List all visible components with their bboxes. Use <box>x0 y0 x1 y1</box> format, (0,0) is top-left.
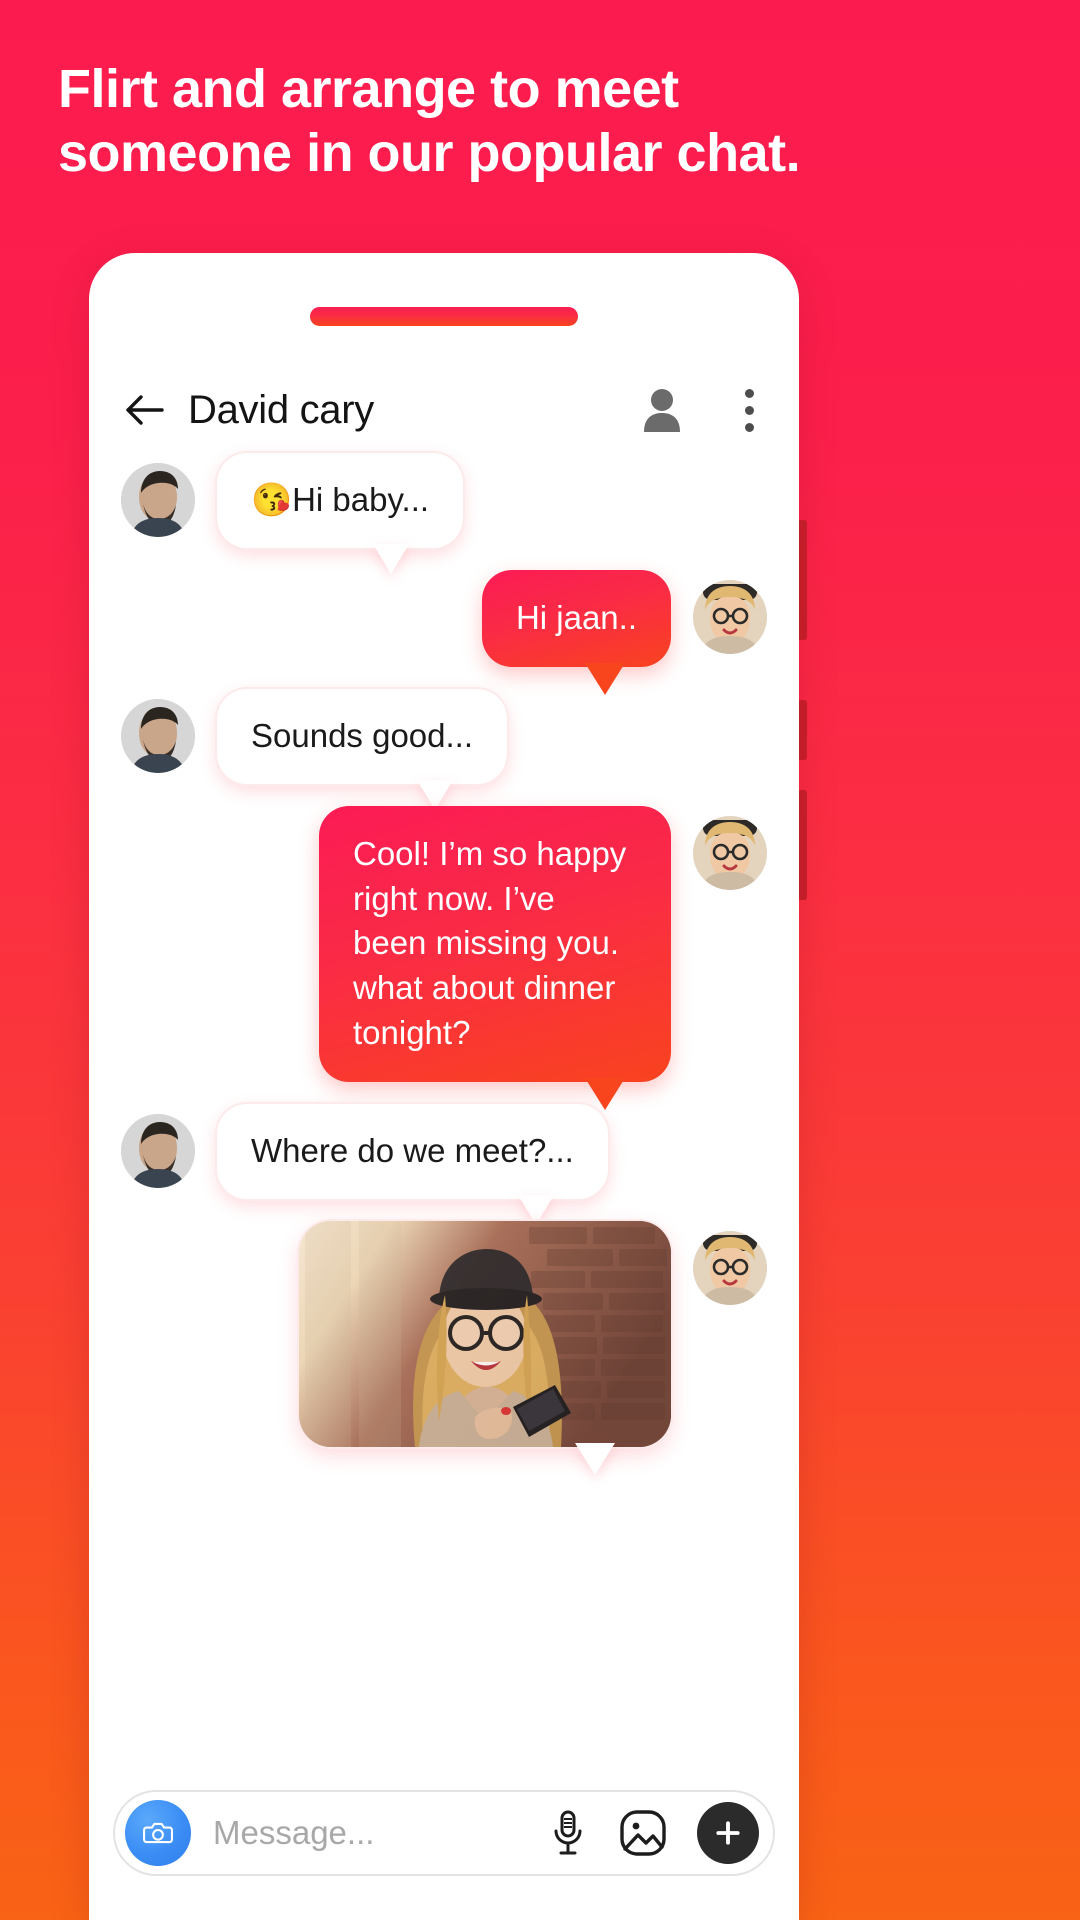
phone-mockup: David cary 😘Hi baby... Hi jaan.. Sounds … <box>89 253 799 1920</box>
dot <box>744 422 754 432</box>
message-thread: 😘Hi baby... Hi jaan.. Sounds good... Coo… <box>89 453 799 1469</box>
back-arrow-icon[interactable] <box>122 387 168 433</box>
message-bubble-received[interactable]: Where do we meet?... <box>217 1104 608 1199</box>
promo-headline-line-1: Flirt and arrange to meet <box>58 59 679 119</box>
message-row: Cool! I’m so happy right now. I’ve been … <box>89 805 799 1111</box>
more-options-icon[interactable] <box>744 388 754 432</box>
message-row: Sounds good... <box>89 688 799 784</box>
message-text: Hi baby... <box>292 481 430 518</box>
add-attachment-button[interactable] <box>697 1802 759 1864</box>
promo-headline-line-2: someone in our popular chat. <box>58 122 801 183</box>
avatar-david <box>121 1114 195 1189</box>
message-bubble-received[interactable]: 😘Hi baby... <box>217 453 464 548</box>
chat-appbar: David cary <box>89 368 799 452</box>
phone-side-nub <box>798 700 807 760</box>
message-row: Hi jaan.. <box>89 569 799 695</box>
message-bubble-sent[interactable]: Cool! I’m so happy right now. I’ve been … <box>319 805 671 1111</box>
message-bubble-received[interactable]: Sounds good... <box>217 688 508 784</box>
message-text: Where do we meet?... <box>251 1132 574 1170</box>
microphone-icon[interactable] <box>551 1809 585 1857</box>
message-composer: Message... <box>113 1790 775 1876</box>
avatar-self <box>693 579 767 654</box>
message-text: Hi jaan.. <box>515 598 637 636</box>
message-input[interactable]: Message... <box>213 1814 551 1852</box>
message-bubble-photo[interactable] <box>299 1220 671 1447</box>
message-bubble-sent[interactable]: Hi jaan.. <box>481 569 671 695</box>
phone-speaker-bar <box>310 307 578 326</box>
message-row: 😘Hi baby... <box>89 453 799 548</box>
avatar-david <box>121 463 195 537</box>
photo-attachment <box>299 1220 671 1447</box>
message-text: Sounds good... <box>251 716 474 754</box>
phone-side-nub <box>798 520 807 640</box>
gallery-icon[interactable] <box>619 1809 667 1857</box>
dot <box>744 405 754 415</box>
dot <box>744 388 754 398</box>
message-row: Where do we meet?... <box>89 1104 799 1199</box>
avatar-self <box>693 1230 767 1305</box>
camera-icon[interactable] <box>125 1800 191 1866</box>
chat-title: David cary <box>188 387 374 432</box>
person-icon[interactable] <box>642 388 682 432</box>
promo-headline: Flirt and arrange to meet someone in our… <box>58 58 1038 185</box>
message-text: Cool! I’m so happy right now. I’ve been … <box>353 834 627 1052</box>
phone-side-nub <box>798 790 807 900</box>
message-row <box>89 1220 799 1447</box>
avatar-david <box>121 698 195 773</box>
avatar-self <box>693 815 767 890</box>
kiss-emoji: 😘 <box>251 481 293 518</box>
